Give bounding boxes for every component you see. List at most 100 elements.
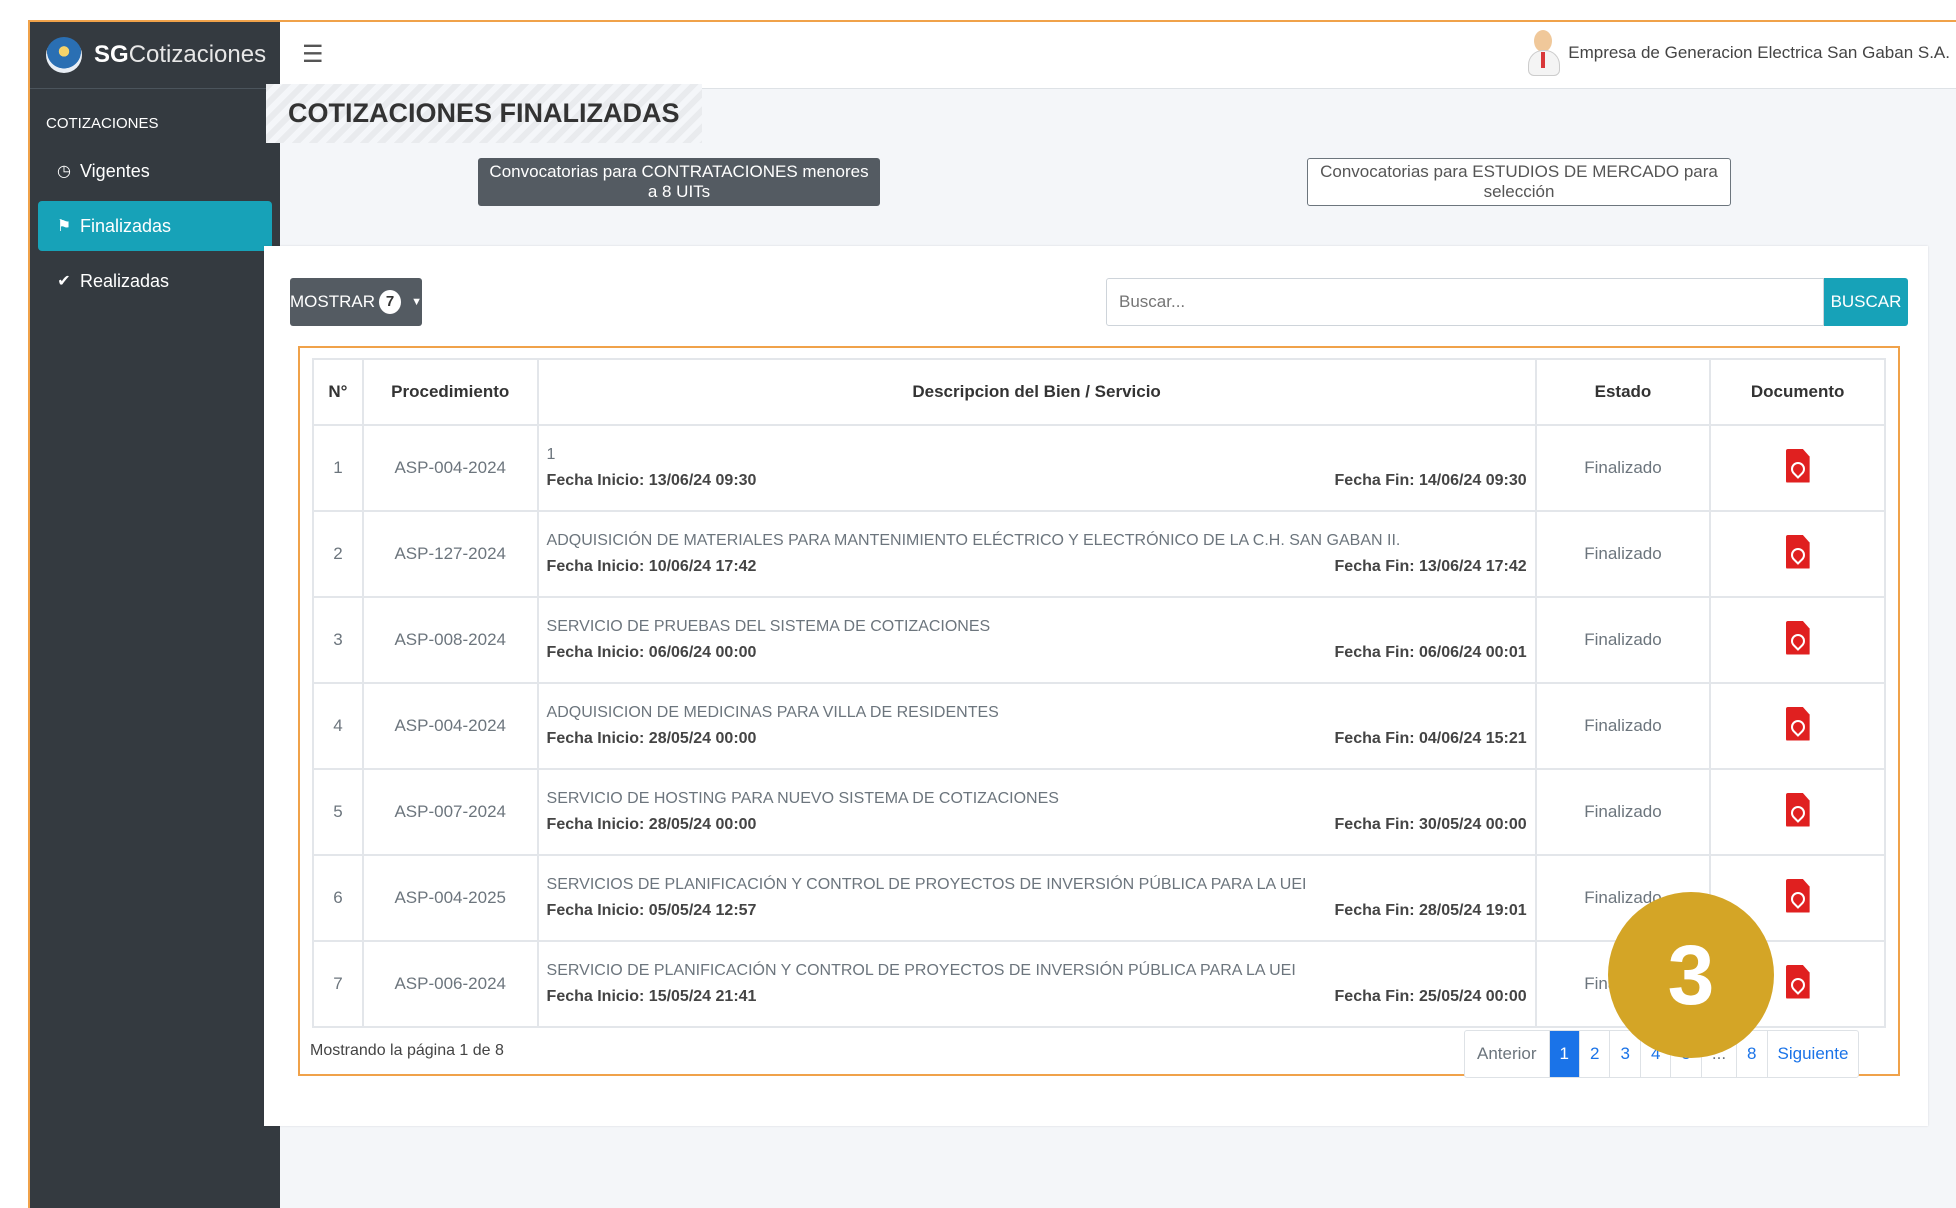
row-fecha-fin: Fecha Fin: 28/05/24 19:01	[1334, 902, 1527, 919]
estudios-mercado-button[interactable]: Convocatorias para ESTUDIOS DE MERCADO p…	[1307, 158, 1731, 206]
avatar	[1526, 30, 1561, 76]
row-descripcion: SERVICIO DE PRUEBAS DEL SISTEMA DE COTIZ…	[536, 596, 1537, 684]
row-descripcion: SERVICIOS DE PLANIFICACIÓN Y CONTROL DE …	[536, 854, 1537, 942]
pdf-icon[interactable]	[1785, 620, 1810, 655]
brand-rest: Cotizaciones	[128, 41, 267, 68]
row-number: 6	[312, 854, 364, 942]
row-descripcion: 1 Fecha Inicio: 13/06/24 09:30 Fecha Fin:…	[536, 424, 1537, 512]
step-number-badge: 3	[1608, 892, 1774, 1058]
row-estado: Finalizado	[1534, 510, 1712, 598]
pdf-icon[interactable]	[1785, 534, 1810, 569]
row-fecha-inicio: Fecha Inicio: 15/05/24 21:41	[546, 988, 757, 1005]
row-fecha-inicio: Fecha Inicio: 13/06/24 09:30	[546, 472, 757, 489]
row-fecha-fin: Fecha Fin: 04/06/24 15:21	[1334, 730, 1527, 747]
user-name: Empresa de Generacion Electrica San Gaba…	[1568, 43, 1950, 62]
pdf-icon[interactable]	[1785, 706, 1810, 741]
row-descripcion: SERVICIO DE PLANIFICACIÓN Y CONTROL DE P…	[536, 940, 1537, 1028]
table-row: 1 ASP-004-2024 1 Fecha Inicio: 13/06/24 …	[312, 424, 1886, 512]
row-descripcion: SERVICIO DE HOSTING PARA NUEVO SISTEMA D…	[536, 768, 1537, 856]
pdf-icon[interactable]	[1785, 878, 1810, 913]
table-row: 3 ASP-008-2024 SERVICIO DE PRUEBAS DEL S…	[312, 596, 1886, 684]
row-fecha-inicio: Fecha Inicio: 28/05/24 00:00	[546, 816, 757, 833]
row-documento	[1709, 768, 1886, 856]
search-button[interactable]: BUSCAR	[1824, 278, 1908, 326]
pdf-icon[interactable]	[1785, 448, 1810, 483]
caret-down-icon: ▼	[411, 296, 422, 308]
row-documento	[1709, 596, 1886, 684]
row-description-text: SERVICIOS DE PLANIFICACIÓN Y CONTROL DE …	[546, 876, 1307, 893]
sidebar-item-label: Realizadas	[80, 270, 170, 291]
header-estado: Estado	[1534, 358, 1712, 426]
row-number: 3	[312, 596, 364, 684]
pagination-info: Mostrando la página 1 de 8	[310, 1042, 504, 1059]
row-description-text: ADQUISICION DE MEDICINAS PARA VILLA DE R…	[546, 704, 999, 721]
row-documento	[1709, 510, 1886, 598]
row-number: 4	[312, 682, 364, 770]
row-fecha-fin: Fecha Fin: 30/05/24 00:00	[1334, 816, 1527, 833]
row-procedimiento: ASP-008-2024	[361, 596, 539, 684]
row-estado: Finalizado	[1534, 768, 1712, 856]
row-number: 7	[312, 940, 364, 1028]
clock-icon: ◷	[57, 163, 71, 180]
row-estado: Finalizado	[1534, 682, 1712, 770]
row-procedimiento: ASP-006-2024	[361, 940, 539, 1028]
sidebar-item-vigentes[interactable]: ◷ Vigentes	[38, 146, 272, 196]
sidebar-item-realizadas[interactable]: ✔ Realizadas	[38, 256, 272, 306]
header-descripcion: Descripcion del Bien / Servicio	[536, 358, 1537, 426]
row-descripcion: ADQUISICION DE MEDICINAS PARA VILLA DE R…	[536, 682, 1537, 770]
sidebar-section-label: COTIZACIONES	[46, 115, 159, 132]
row-documento	[1709, 682, 1886, 770]
sidebar-item-finalizadas[interactable]: ⚑ Finalizadas	[38, 201, 272, 251]
row-fecha-inicio: Fecha Inicio: 06/06/24 00:00	[546, 644, 757, 661]
row-fecha-inicio: Fecha Inicio: 10/06/24 17:42	[546, 558, 757, 575]
row-number: 1	[312, 424, 364, 512]
hamburger-icon[interactable]: ☰	[302, 40, 324, 69]
row-fecha-inicio: Fecha Inicio: 05/05/24 12:57	[546, 902, 757, 919]
contrataciones-button[interactable]: Convocatorias para CONTRATACIONES menore…	[478, 158, 880, 206]
mostrar-dropdown[interactable]: MOSTRAR 7 ▼	[290, 278, 422, 326]
table-row: 2 ASP-127-2024 ADQUISICIÓN DE MATERIALES…	[312, 510, 1886, 598]
row-procedimiento: ASP-004-2024	[361, 424, 539, 512]
mostrar-count-badge: 7	[379, 290, 402, 314]
page-title: COTIZACIONES FINALIZADAS	[266, 84, 702, 143]
row-procedimiento: ASP-007-2024	[361, 768, 539, 856]
brand[interactable]: SGCotizaciones	[30, 22, 280, 89]
user-menu[interactable]: Empresa de Generacion Electrica San Gaba…	[1526, 30, 1950, 76]
row-description-text: SERVICIO DE PRUEBAS DEL SISTEMA DE COTIZ…	[546, 618, 991, 635]
mostrar-label: MOSTRAR	[290, 292, 375, 311]
row-description-text: SERVICIO DE HOSTING PARA NUEVO SISTEMA D…	[546, 790, 1059, 807]
sidebar: SGCotizaciones COTIZACIONES ◷ Vigentes ⚑…	[30, 22, 280, 1208]
pagination-page-3[interactable]: 3	[1609, 1031, 1639, 1077]
header-procedimiento: Procedimiento	[361, 358, 539, 426]
row-description-text: SERVICIO DE PLANIFICACIÓN Y CONTROL DE P…	[546, 962, 1296, 979]
row-fecha-fin: Fecha Fin: 06/06/24 00:01	[1334, 644, 1527, 661]
row-number: 2	[312, 510, 364, 598]
pdf-icon[interactable]	[1785, 964, 1810, 999]
row-fecha-inicio: Fecha Inicio: 28/05/24 00:00	[546, 730, 757, 747]
row-descripcion: ADQUISICIÓN DE MATERIALES PARA MANTENIMI…	[536, 510, 1537, 598]
row-description-text: 1	[546, 446, 556, 463]
row-procedimiento: ASP-004-2024	[361, 682, 539, 770]
pagination-next[interactable]: Siguiente	[1766, 1031, 1859, 1077]
pagination-page-2[interactable]: 2	[1579, 1031, 1609, 1077]
pdf-icon[interactable]	[1785, 792, 1810, 827]
row-fecha-fin: Fecha Fin: 13/06/24 17:42	[1334, 558, 1527, 575]
brand-text: SGCotizaciones	[94, 41, 266, 69]
table-header-row: N° Procedimiento Descripcion del Bien / …	[312, 358, 1886, 426]
row-fecha-fin: Fecha Fin: 14/06/24 09:30	[1334, 472, 1527, 489]
sidebar-item-label: Finalizadas	[80, 215, 172, 236]
check-icon: ✔	[57, 273, 71, 290]
sidebar-item-label: Vigentes	[80, 160, 150, 181]
logo-icon	[46, 37, 82, 73]
row-estado: Finalizado	[1534, 596, 1712, 684]
search-input[interactable]	[1106, 278, 1824, 326]
row-number: 5	[312, 768, 364, 856]
pagination-prev[interactable]: Anterior	[1465, 1031, 1549, 1077]
header-documento: Documento	[1709, 358, 1886, 426]
pagination-page-1[interactable]: 1	[1548, 1031, 1579, 1077]
row-fecha-fin: Fecha Fin: 25/05/24 00:00	[1334, 988, 1527, 1005]
row-documento	[1709, 424, 1886, 512]
row-estado: Finalizado	[1534, 424, 1712, 512]
row-procedimiento: ASP-004-2025	[361, 854, 539, 942]
brand-bold: SG	[94, 41, 129, 68]
